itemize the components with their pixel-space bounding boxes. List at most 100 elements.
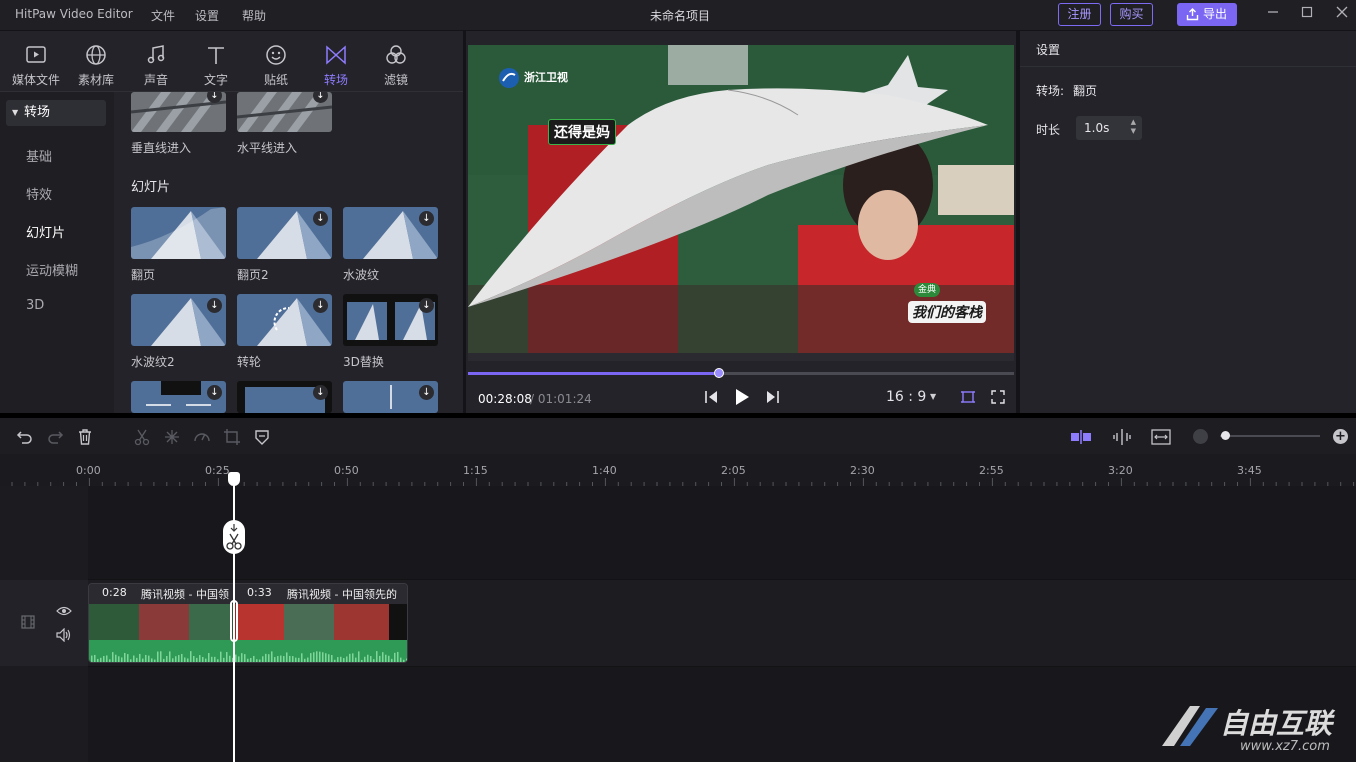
fit-timeline-icon[interactable]: [1151, 428, 1171, 446]
duration-stepper[interactable]: 1.0s ▲ ▼: [1076, 116, 1142, 140]
transition-thumb-3d-replace[interactable]: ↓: [343, 294, 438, 346]
download-icon[interactable]: ↓: [419, 385, 434, 400]
waveform-bar: [166, 656, 168, 662]
transition-thumb-page-turn[interactable]: [131, 207, 226, 259]
category-slideshow[interactable]: 幻灯片: [26, 222, 65, 241]
waveform-bar: [313, 652, 315, 662]
waveform-bar: [178, 655, 180, 662]
clip-duration: 0:33: [247, 586, 272, 599]
tab-text[interactable]: 文字: [191, 43, 241, 88]
tab-label: 媒体文件: [11, 73, 60, 87]
tab-sticker[interactable]: 贴纸: [251, 43, 301, 88]
thumb-label: 水波纹2: [131, 355, 175, 369]
waveform-bar: [184, 657, 186, 662]
crop-fit-icon[interactable]: [960, 389, 976, 405]
transition-thumb[interactable]: ↓: [237, 381, 332, 413]
tab-media[interactable]: 媒体文件: [11, 43, 61, 88]
next-frame-icon[interactable]: [764, 389, 780, 405]
waveform-bar: [112, 652, 114, 662]
crop-icon[interactable]: [223, 428, 241, 446]
waveform-bar: [253, 655, 255, 662]
transition-thumb-page-turn-2[interactable]: ↓: [237, 207, 332, 259]
mask-icon[interactable]: [253, 428, 271, 446]
waveform-bar: [130, 659, 132, 662]
tab-audio[interactable]: 声音: [131, 43, 181, 88]
fullscreen-icon[interactable]: [990, 389, 1006, 405]
transition-thumb-ripple-2[interactable]: ↓: [131, 294, 226, 346]
category-motion-blur[interactable]: 运动模糊: [26, 260, 78, 279]
freeze-icon[interactable]: [163, 428, 181, 446]
empty-track[interactable]: [88, 486, 1356, 579]
zoom-slider-knob[interactable]: [1221, 431, 1230, 440]
tab-label: 转场: [323, 73, 348, 87]
split-icon[interactable]: [133, 428, 151, 446]
waveform-bar: [118, 656, 120, 662]
ruler-label: 0:00: [76, 464, 101, 477]
download-icon[interactable]: ↓: [313, 298, 328, 313]
waveform-bar: [121, 657, 123, 662]
waveform-bar: [340, 656, 342, 662]
waveform-bar: [367, 654, 369, 662]
delete-icon[interactable]: [76, 428, 94, 446]
transition-thumb[interactable]: ↓: [343, 381, 438, 413]
zoom-out-icon[interactable]: [1193, 429, 1208, 444]
menu-file[interactable]: 文件: [151, 7, 175, 24]
download-icon[interactable]: ↓: [207, 385, 222, 400]
tab-transition[interactable]: 转场: [311, 43, 361, 88]
clip-duration: 0:28: [102, 586, 127, 599]
register-button[interactable]: 注册: [1058, 3, 1101, 26]
tab-filter[interactable]: 滤镜: [371, 43, 421, 88]
zoom-slider-track[interactable]: [1220, 435, 1320, 437]
transition-thumb-wheel[interactable]: ↓: [237, 294, 332, 346]
play-icon[interactable]: [734, 388, 750, 406]
waveform-bar: [94, 654, 96, 662]
transition-thumb-ripple[interactable]: ↓: [343, 207, 438, 259]
category-basic[interactable]: 基础: [26, 146, 52, 165]
transition-thumb[interactable]: ↓: [237, 92, 332, 132]
channel-logo-icon: [499, 68, 519, 88]
transition-thumb[interactable]: ↓: [131, 92, 226, 132]
speed-icon[interactable]: [193, 428, 211, 446]
minimize-icon[interactable]: [1264, 5, 1282, 23]
waveform-bar: [148, 655, 150, 662]
download-icon[interactable]: ↓: [313, 385, 328, 400]
menu-help[interactable]: 帮助: [242, 7, 266, 24]
waveform-bar: [211, 656, 213, 662]
transition-thumb[interactable]: ↓: [131, 381, 226, 413]
stepper-arrows-icon[interactable]: ▲ ▼: [1131, 118, 1136, 136]
waveform-bar: [97, 658, 99, 662]
playhead-handle[interactable]: [228, 472, 240, 486]
marker-icon[interactable]: [1112, 428, 1132, 446]
redo-icon[interactable]: [46, 428, 64, 446]
waveform-bar: [277, 656, 279, 662]
download-icon[interactable]: ↓: [207, 298, 222, 313]
snap-icon[interactable]: [1070, 428, 1092, 446]
volume-icon[interactable]: [56, 627, 72, 643]
aspect-ratio-select[interactable]: 16 : 9: [886, 389, 926, 405]
prev-frame-icon[interactable]: [704, 389, 720, 405]
download-icon[interactable]: ↓: [419, 298, 434, 313]
zoom-in-icon[interactable]: +: [1333, 429, 1348, 444]
chevron-down-icon[interactable]: ▼: [930, 392, 936, 401]
menu-settings[interactable]: 设置: [195, 7, 219, 24]
split-at-playhead-button[interactable]: [223, 520, 245, 554]
waveform-bar: [274, 657, 276, 662]
video-preview[interactable]: 浙江卫视 还得是妈 金典 我们的客栈: [468, 45, 1014, 353]
buy-button[interactable]: 购买: [1110, 3, 1153, 26]
close-icon[interactable]: [1333, 5, 1351, 23]
category-3d[interactable]: 3D: [26, 298, 44, 313]
waveform-bar: [391, 658, 393, 662]
waveform-bar: [223, 657, 225, 662]
maximize-icon[interactable]: [1298, 5, 1316, 23]
category-effects[interactable]: 特效: [26, 184, 52, 203]
export-button[interactable]: 导出: [1177, 3, 1237, 26]
text-icon: [208, 47, 224, 64]
category-header[interactable]: ▼ 转场: [6, 100, 106, 126]
tab-library[interactable]: 素材库: [71, 43, 121, 88]
timeline-ruler[interactable]: [0, 454, 1356, 486]
download-icon[interactable]: ↓: [419, 211, 434, 226]
waveform-bar: [169, 651, 171, 662]
download-icon[interactable]: ↓: [313, 211, 328, 226]
undo-icon[interactable]: [16, 428, 34, 446]
eye-icon[interactable]: [56, 603, 72, 617]
